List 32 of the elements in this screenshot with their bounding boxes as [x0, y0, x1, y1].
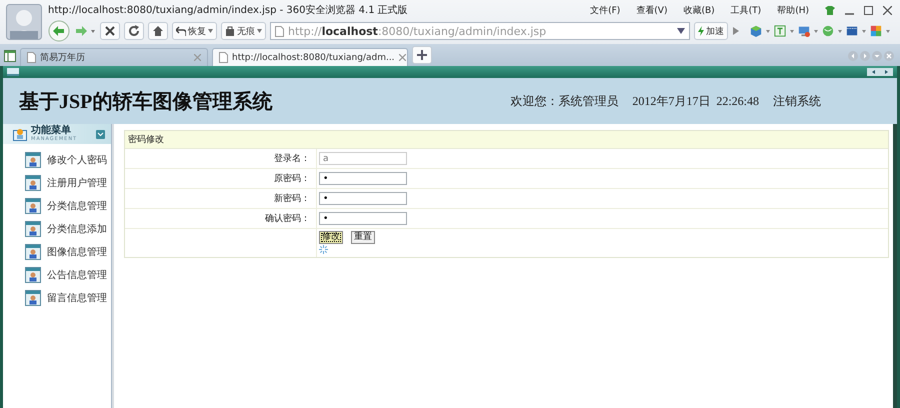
menu-item[interactable]: 文件(F) [590, 4, 620, 16]
window-title: http://localhost:8080/tuxiang/admin/index.jsp - 360安全浏览器 4.1 正式版 [48, 4, 408, 17]
input-field[interactable]: • [319, 212, 407, 225]
address-field[interactable]: http://localhost:8080/tuxiang/admin/index.jsp [270, 22, 690, 40]
menu-item[interactable]: 修改个人密码 [25, 152, 111, 168]
panel-title: 密码修改 [125, 131, 888, 149]
menu-item[interactable]: 收藏(B) [683, 4, 715, 16]
menu-item[interactable]: 查看(V) [636, 4, 668, 16]
speedup-button[interactable]: 加速 [694, 22, 728, 40]
menu-item[interactable]: 帮助(H) [777, 4, 809, 16]
menu-item[interactable]: 图像信息管理 [25, 244, 111, 260]
menu-item[interactable]: 分类信息管理 [25, 198, 111, 214]
incognito-button[interactable]: 无痕 [221, 22, 266, 40]
menu-item[interactable]: 公告信息管理 [25, 267, 111, 283]
reset-button[interactable]: 重置 [351, 231, 375, 244]
welcome-text: 欢迎您：系统管理员 [510, 92, 618, 110]
menu-item[interactable]: 分类信息添加 [25, 221, 111, 237]
input-field[interactable]: • [319, 172, 407, 185]
browser-tab[interactable]: http://localhost:8080/tuxiang/adm... [212, 48, 408, 66]
field-label: 登录名： [125, 149, 317, 168]
input-field[interactable]: • [319, 192, 407, 205]
logout-link[interactable]: 注销系统 [773, 92, 821, 110]
menu-item[interactable]: 工具(T) [730, 4, 762, 16]
field-label: 新密码： [125, 189, 317, 208]
field-label: 原密码： [125, 169, 317, 188]
restore-button[interactable]: 恢复 [172, 22, 217, 40]
system-title: 基于JSP的轿车图像管理系统 [19, 90, 274, 114]
field-label: 确认密码： [125, 209, 317, 228]
menu-title: 功能菜单 [31, 126, 72, 136]
menu-item[interactable]: 注册用户管理 [25, 175, 111, 191]
menu-item[interactable]: 留言信息管理 [25, 290, 111, 306]
date-time: 2012年7月17日 22:26:48 [632, 92, 759, 110]
